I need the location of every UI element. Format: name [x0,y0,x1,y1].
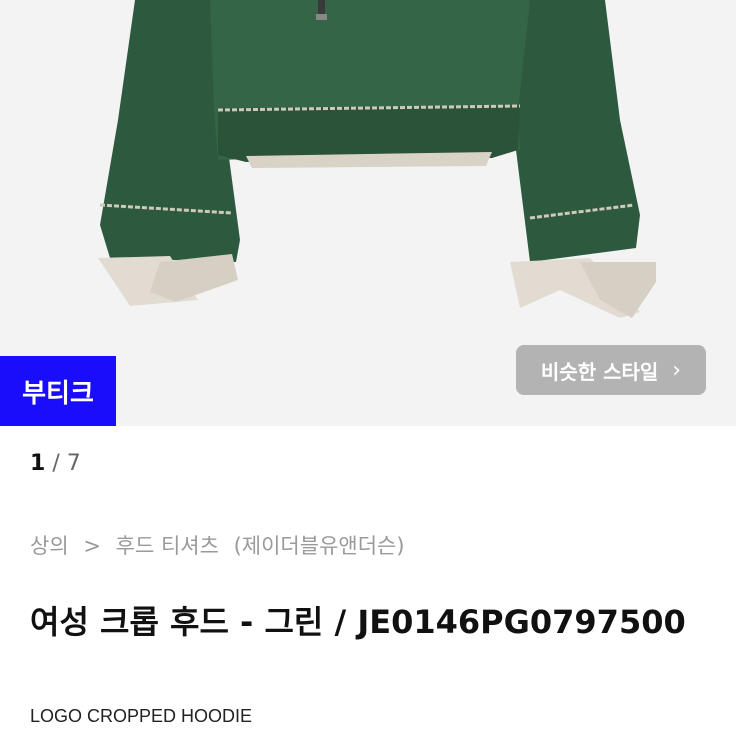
chevron-right-icon: › [672,357,682,383]
pager-current: 1 [30,451,46,476]
breadcrumb: 상의 > 후드 티셔츠 (제이더블유앤더슨) [30,530,413,560]
pager-separator: / [52,451,67,476]
similar-style-label: 비슷한 스타일 [540,359,659,384]
similar-style-button[interactable]: 비슷한 스타일 › [516,345,706,395]
breadcrumb-separator: > [83,534,101,558]
boutique-badge: 부티크 [0,356,116,426]
boutique-badge-label: 부티크 [22,378,94,409]
breadcrumb-subcategory[interactable]: 후드 티셔츠 [116,534,219,558]
product-subtitle: LOGO CROPPED HOODIE [30,706,253,726]
breadcrumb-category[interactable]: 상의 [30,534,69,558]
product-title: 여성 크롭 후드 - 그린 / JE0146PG0797500 [30,603,686,641]
breadcrumb-brand[interactable]: (제이더블유앤더슨) [234,534,405,558]
pager-total: 7 [66,451,81,476]
product-image[interactable]: 부티크 비슷한 스타일 › [0,0,736,426]
image-pager: 1 / 7 [30,451,81,476]
